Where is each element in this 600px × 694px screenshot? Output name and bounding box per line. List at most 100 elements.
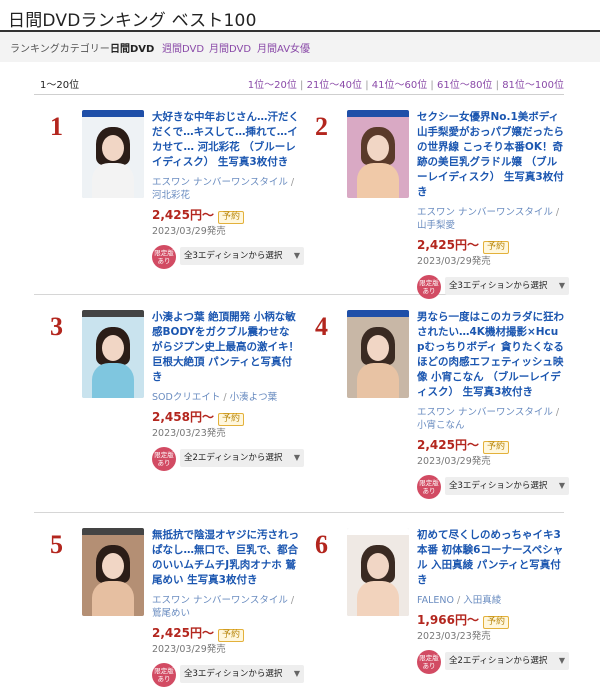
rank-number: 6 bbox=[315, 530, 328, 559]
item-info: 男なら一度はこのカラダに狂わされたい…4K機材撮影×Hcupむっちりボディ 貪り… bbox=[417, 310, 569, 499]
maker-link[interactable]: SODクリエイト bbox=[152, 392, 220, 403]
product-thumbnail[interactable] bbox=[82, 110, 144, 198]
product-title-link[interactable]: 初めて尽くしのめっちゃイキ3本番 初体験6コーナースペシャル 入田真綾 パンティ… bbox=[417, 528, 564, 588]
edition-select[interactable]: 全3エディションから選択 ▼ bbox=[180, 665, 304, 683]
edition-select[interactable]: 全2エディションから選択 ▼ bbox=[180, 449, 304, 467]
product-title-link[interactable]: 無抵抗で陰湿オヤジに汚されっぱなし…無口で、巨乳で、都合のいいムチムチJ乳肉オナ… bbox=[152, 528, 299, 588]
product-title-link[interactable]: 小湊よつ葉 絶頂開発 小柄な敏感BODYをガクブル震わせながらジプン史上最高の激… bbox=[152, 310, 299, 385]
maker-link[interactable]: エスワン ナンバーワンスタイル bbox=[417, 407, 553, 418]
price-line: 2,425円〜 予約 2023/03/29発売 bbox=[417, 238, 564, 269]
actress-link[interactable]: 山手梨愛 bbox=[417, 220, 455, 231]
cover-face bbox=[102, 335, 124, 361]
caret-down-icon: ▼ bbox=[293, 669, 300, 678]
disc-band bbox=[82, 310, 144, 317]
maker-link[interactable]: FALENO bbox=[417, 595, 454, 606]
maker-separator: / bbox=[555, 407, 560, 418]
cover-face bbox=[367, 335, 389, 361]
product-thumbnail[interactable] bbox=[347, 528, 409, 616]
product-title-link[interactable]: セクシー女優界No.1美ボディ 山手梨愛がおっパブ嬢だったらの世界線 こっそり本… bbox=[417, 110, 564, 200]
product-thumbnail[interactable] bbox=[347, 110, 409, 198]
actress-link[interactable]: 小湊よつ葉 bbox=[230, 392, 278, 403]
cover-body bbox=[357, 163, 399, 198]
release-date: 2023/03/29発売 bbox=[152, 644, 226, 655]
edition-row: 限定版あり 全2エディションから選択 ▼ bbox=[152, 447, 304, 471]
disc-band bbox=[347, 110, 409, 117]
edition-select-label: 全2エディションから選択 bbox=[449, 656, 548, 666]
edition-select[interactable]: 全3エディションから選択 ▼ bbox=[180, 247, 304, 265]
limited-edition-badge: 限定版あり bbox=[417, 275, 441, 299]
maker-line: エスワン ナンバーワンスタイル / 小宵こなん bbox=[417, 406, 564, 432]
cover-photo bbox=[82, 317, 144, 398]
maker-link[interactable]: エスワン ナンバーワンスタイル bbox=[417, 207, 553, 218]
category-link-weekly[interactable]: 週間DVD bbox=[162, 40, 204, 55]
disc-band bbox=[82, 528, 144, 535]
page-link-3[interactable]: 41位〜60位 bbox=[372, 80, 427, 91]
edition-select-label: 全3エディションから選択 bbox=[184, 251, 283, 261]
cover-body bbox=[357, 581, 399, 616]
row-divider bbox=[34, 512, 564, 513]
actress-link[interactable]: 河北彩花 bbox=[152, 190, 190, 201]
product-title-link[interactable]: 大好きな中年おじさん…汗だくだくで…キスして…挿れて…イカせて… 河北彩花 （ブ… bbox=[152, 110, 299, 170]
reserve-badge: 予約 bbox=[217, 629, 244, 642]
rank-number: 3 bbox=[50, 312, 63, 341]
cover-body bbox=[92, 581, 134, 616]
maker-link[interactable]: エスワン ナンバーワンスタイル bbox=[152, 595, 288, 606]
cover-photo bbox=[82, 535, 144, 616]
maker-separator: / bbox=[223, 392, 227, 403]
actress-link[interactable]: 鷲尾めい bbox=[152, 608, 190, 619]
edition-select[interactable]: 全2エディションから選択 ▼ bbox=[445, 652, 569, 670]
reserve-badge: 予約 bbox=[482, 616, 509, 629]
maker-line: SODクリエイト / 小湊よつ葉 bbox=[152, 391, 299, 404]
page-link-2[interactable]: 21位〜40位 bbox=[307, 80, 362, 91]
maker-separator: / bbox=[290, 595, 295, 606]
edition-row: 限定版あり 全2エディションから選択 ▼ bbox=[417, 650, 569, 674]
category-bar: ランキングカテゴリー 日間DVD 週間DVD 月間DVD 月間AV女優 bbox=[0, 32, 600, 62]
item-info: 無抵抗で陰湿オヤジに汚されっぱなし…無口で、巨乳で、都合のいいムチムチJ乳肉オナ… bbox=[152, 528, 304, 687]
release-date: 2023/03/23発売 bbox=[152, 428, 226, 439]
page-title: 日間DVDランキング ベスト100 bbox=[8, 11, 257, 31]
price-line: 2,458円〜 予約 2023/03/23発売 bbox=[152, 410, 299, 441]
maker-link[interactable]: エスワン ナンバーワンスタイル bbox=[152, 177, 288, 188]
rank-number: 5 bbox=[50, 530, 63, 559]
page-link-1[interactable]: 1位〜20位 bbox=[248, 80, 297, 91]
maker-line: エスワン ナンバーワンスタイル / 山手梨愛 bbox=[417, 206, 564, 232]
edition-row: 限定版あり 全3エディションから選択 ▼ bbox=[152, 245, 304, 269]
caret-down-icon: ▼ bbox=[293, 453, 300, 462]
rank-number: 4 bbox=[315, 312, 328, 341]
limited-edition-badge: 限定版あり bbox=[152, 663, 176, 687]
category-label: ランキングカテゴリー bbox=[10, 44, 110, 55]
price: 2,458円〜 bbox=[152, 410, 214, 424]
edition-select-label: 全3エディションから選択 bbox=[449, 481, 548, 491]
category-link-monthly[interactable]: 月間DVD bbox=[209, 40, 251, 55]
page-link-5[interactable]: 81位〜100位 bbox=[502, 80, 564, 91]
product-thumbnail[interactable] bbox=[82, 528, 144, 616]
product-thumbnail[interactable] bbox=[82, 310, 144, 398]
disc-band bbox=[82, 110, 144, 117]
pager-separator: | bbox=[365, 80, 369, 91]
category-link-monthly-actress[interactable]: 月間AV女優 bbox=[257, 40, 310, 55]
product-thumbnail[interactable] bbox=[347, 310, 409, 398]
pagination-rule bbox=[34, 94, 564, 95]
item-info: 小湊よつ葉 絶頂開発 小柄な敏感BODYをガクブル震わせながらジプン史上最高の激… bbox=[152, 310, 304, 471]
edition-select[interactable]: 全3エディションから選択 ▼ bbox=[445, 277, 569, 295]
cover-photo bbox=[347, 535, 409, 616]
caret-down-icon: ▼ bbox=[558, 281, 565, 290]
edition-select-label: 全3エディションから選択 bbox=[449, 281, 548, 291]
maker-separator: / bbox=[555, 207, 560, 218]
maker-line: エスワン ナンバーワンスタイル / 鷲尾めい bbox=[152, 594, 299, 620]
cover-photo bbox=[347, 317, 409, 398]
pager-separator: | bbox=[430, 80, 434, 91]
price: 2,425円〜 bbox=[417, 438, 479, 452]
actress-link[interactable]: 入田真綾 bbox=[463, 595, 501, 606]
release-date: 2023/03/29発売 bbox=[417, 256, 491, 267]
edition-select[interactable]: 全3エディションから選択 ▼ bbox=[445, 477, 569, 495]
product-title-link[interactable]: 男なら一度はこのカラダに狂わされたい…4K機材撮影×Hcupむっちりボディ 貪り… bbox=[417, 310, 564, 400]
actress-link[interactable]: 小宵こなん bbox=[417, 420, 465, 431]
limited-edition-badge: 限定版あり bbox=[417, 650, 441, 674]
price: 2,425円〜 bbox=[417, 238, 479, 252]
pagination-header: 1〜20位 1位〜20位 | 21位〜40位 | 41位〜60位 | 61位〜8… bbox=[34, 76, 564, 91]
limited-edition-badge: 限定版あり bbox=[417, 475, 441, 499]
item-info: 大好きな中年おじさん…汗だくだくで…キスして…挿れて…イカせて… 河北彩花 （ブ… bbox=[152, 110, 304, 269]
reserve-badge: 予約 bbox=[482, 241, 509, 254]
page-link-4[interactable]: 61位〜80位 bbox=[437, 80, 492, 91]
